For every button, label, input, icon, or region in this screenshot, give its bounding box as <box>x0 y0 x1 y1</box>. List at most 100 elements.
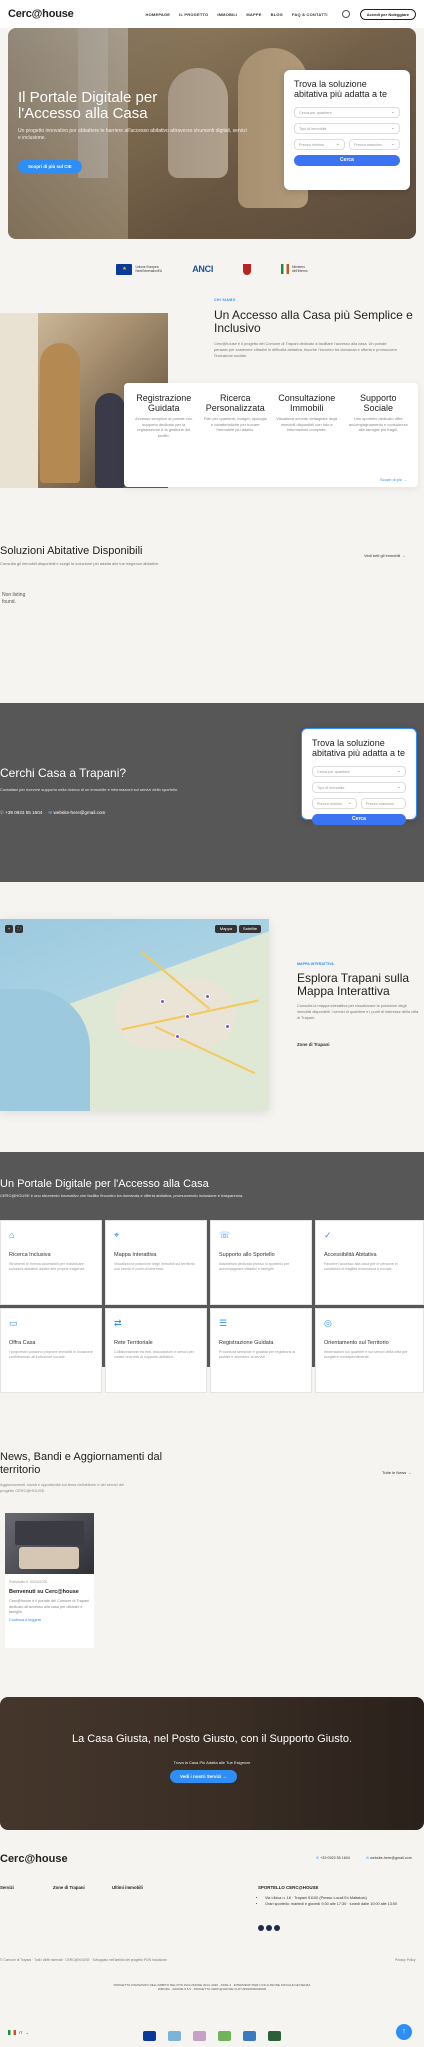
user-icon[interactable] <box>341 10 350 18</box>
contact-phone[interactable]: ✆ +39 0923 55 1604 <box>0 810 42 816</box>
cta-title: La Casa Giusta, nel Posto Giusto, con il… <box>71 1733 353 1745</box>
about-more-link[interactable]: Scopri di più → <box>380 477 407 482</box>
map-pin-icon[interactable] <box>160 999 165 1004</box>
map-kicker: MAPPA INTERATTIVA <box>297 962 334 966</box>
support-icon: ☏ <box>219 1230 231 1240</box>
features-title: Un Portale Digitale per l'Accesso alla C… <box>0 1178 209 1190</box>
chevron-down-icon: ⌄ <box>390 141 395 147</box>
hero-subtitle: Un progetto innovativo per abbattere le … <box>18 128 247 141</box>
eu-logo: ★ Unione Europea NextGenerationEU <box>116 263 162 275</box>
compass-icon: ◎ <box>324 1318 332 1328</box>
chevron-down-icon: ⌄ <box>390 109 395 115</box>
solutions-subtitle: Consulta gli immobili disponibili e sceg… <box>0 561 160 566</box>
phone-icon: ✆ <box>316 1856 320 1860</box>
footer-office-hours: Orari sportello: martedì e giovedì 9:30 … <box>265 1901 418 1907</box>
mail-icon: ✉ <box>366 1856 370 1860</box>
news-card-title[interactable]: Benvenuti su Cerc@house <box>9 1589 90 1596</box>
about-title: Un Accesso alla Casa più Semplice e Incl… <box>214 308 413 335</box>
map-pin-icon[interactable] <box>225 1024 230 1029</box>
bottom-logo <box>243 2031 256 2041</box>
contact-email[interactable]: ✉ website-here@gmail.com <box>48 810 105 816</box>
site-logo[interactable]: Cerc@house <box>8 8 74 20</box>
footer-col-services[interactable]: Servizi <box>0 1885 14 1890</box>
map-type-button[interactable]: Mappa <box>215 925 237 933</box>
nav-properties[interactable]: IMMOBILI <box>217 12 237 17</box>
anci-logo: ANCI <box>192 264 214 274</box>
max-price-select[interactable]: Prezzo massimo ⌄ <box>349 139 400 150</box>
bottom-logos <box>0 2025 424 2047</box>
nav-faq[interactable]: FAQ & CONTATTI <box>292 12 328 17</box>
footer-phone[interactable]: ✆ +39 0923 55 1604 <box>316 1856 350 1860</box>
fullscreen-icon[interactable]: ⛶ <box>15 925 23 933</box>
news-card-excerpt: Cerc@house è il portale del Comune di Tr… <box>9 1599 90 1614</box>
search-form-title: Trova la soluzione abitativa più adatta … <box>312 738 406 758</box>
feature-card: ⌂ Ricerca Inclusiva Strumenti di ricerca a… <box>0 1220 102 1305</box>
search-button[interactable]: Cerca <box>294 155 400 166</box>
map-pin-icon[interactable] <box>205 994 210 999</box>
contact-info: ✆ +39 0923 55 1604 ✉ website-here@gmail.… <box>0 810 105 816</box>
footer-logo[interactable]: Cerc@house <box>0 1853 68 1865</box>
type-select[interactable]: Tipo di immobile ⌄ <box>294 123 400 134</box>
feature-card: ☏ Supporto allo Sportello Assistenza dedic… <box>210 1220 312 1305</box>
nav-home[interactable]: HOMEPAGE <box>146 12 171 17</box>
instagram-icon[interactable] <box>266 1925 272 1931</box>
cta-button[interactable]: Vedi i nostri Servizi → <box>170 1770 238 1783</box>
news-read-more-link[interactable]: Continua a leggere <box>9 1618 90 1622</box>
language-switcher[interactable]: IT ⌄ <box>8 2030 29 2035</box>
satellite-type-button[interactable]: Satellite <box>239 925 261 933</box>
map-pin-icon[interactable] <box>175 1034 180 1039</box>
news-title: News, Bandi e Aggiornamenti dal territor… <box>0 1451 163 1476</box>
all-news-link[interactable]: Tutte le News → <box>382 1470 411 1475</box>
news-card-image <box>5 1513 94 1574</box>
feature-card: ⇄ Rete Territoriale Collaborazione tra ent… <box>105 1308 207 1393</box>
all-properties-link[interactable]: Vedi tutti gli immobili → <box>364 553 405 558</box>
ministry-logo: Ministero dell'Interno <box>281 264 308 274</box>
site-header: Cerc@house HOMEPAGE IL PROGETTO IMMOBILI… <box>0 0 424 28</box>
footer-col-zones[interactable]: Zone di Trapani <box>53 1885 85 1890</box>
map-pin-icon[interactable] <box>185 1014 190 1019</box>
chevron-down-icon: ⌄ <box>390 125 395 131</box>
zoom-in-icon[interactable]: + <box>5 925 13 933</box>
nav-blog[interactable]: BLOG <box>271 12 283 17</box>
search-form-secondary: Trova la soluzione abitativa più adatta … <box>301 728 417 825</box>
crest-icon <box>243 263 252 275</box>
funding-notice: PROGETTO FINANZIATO NELL'AMBITO DEL PON … <box>113 1983 311 1992</box>
min-price-select[interactable]: Prezzo minimo ⌄ <box>312 798 357 809</box>
login-button[interactable]: Accedi per Noleggiare <box>359 8 416 20</box>
trapani-crest-logo <box>243 263 252 275</box>
map-icon: ⌖ <box>114 1230 120 1240</box>
bottom-logo <box>218 2031 231 2041</box>
map-title: Esplora Trapani sulla Mappa Interattiva <box>297 971 410 998</box>
search-button[interactable]: Cerca <box>312 814 406 825</box>
type-select[interactable]: Tipo di immobile ⌄ <box>312 782 406 793</box>
bottom-logo <box>143 2031 156 2041</box>
footer-col-latest[interactable]: Ultimi immobili <box>112 1885 143 1890</box>
arrow-right-icon: → <box>403 477 408 482</box>
feature-card: ⌖ Mappa Interattiva Visualizza la posizion… <box>105 1220 207 1305</box>
facebook-icon[interactable] <box>258 1925 264 1931</box>
nav-project[interactable]: IL PROGETTO <box>179 12 208 17</box>
mail-icon: ✉ <box>48 810 53 815</box>
footer-email[interactable]: ✉ website-here@gmail.com <box>366 1856 412 1860</box>
max-price-select[interactable]: Prezzo massimo <box>361 798 406 809</box>
location-select[interactable]: Cerca per quartiere ⌄ <box>294 107 400 118</box>
news-card-date: Pubblicato il: 03/04/2025 <box>9 1580 48 1584</box>
hero-cta-button[interactable]: Scopri di più sul CIE <box>18 160 82 173</box>
main-nav: HOMEPAGE IL PROGETTO IMMOBILI MAPPE BLOG… <box>146 12 328 17</box>
home-search-icon: ⌂ <box>9 1230 15 1240</box>
chevron-down-icon: ⌄ <box>396 784 401 790</box>
min-price-select[interactable]: Prezzo minimo ⌄ <box>294 139 345 150</box>
italy-flag-icon <box>281 264 290 274</box>
linkedin-icon[interactable] <box>274 1925 280 1931</box>
news-card[interactable]: Pubblicato il: 03/04/2025 Benvenuti su C… <box>5 1513 94 1648</box>
solutions-title: Soluzioni Abitative Disponibili <box>0 545 143 557</box>
feature-card: ✓ Accessibilità Abitativa Favorire l'acces… <box>315 1220 424 1305</box>
nav-maps[interactable]: MAPPE <box>246 12 261 17</box>
privacy-link[interactable]: Privacy Policy <box>395 1958 416 1962</box>
location-select[interactable]: Cerca per quartiere ⌄ <box>312 766 406 777</box>
interactive-map[interactable]: + ⛶ Mappa Satellite <box>0 919 269 1111</box>
back-to-top-icon[interactable]: ↑ <box>396 2024 412 2040</box>
contact-description: Contattaci per ricevere supporto nella r… <box>0 787 179 792</box>
empty-listings-message: Non listing found. <box>2 592 26 605</box>
footer-office-title: SPORTELLO CERC@HOUSE <box>258 1885 319 1890</box>
